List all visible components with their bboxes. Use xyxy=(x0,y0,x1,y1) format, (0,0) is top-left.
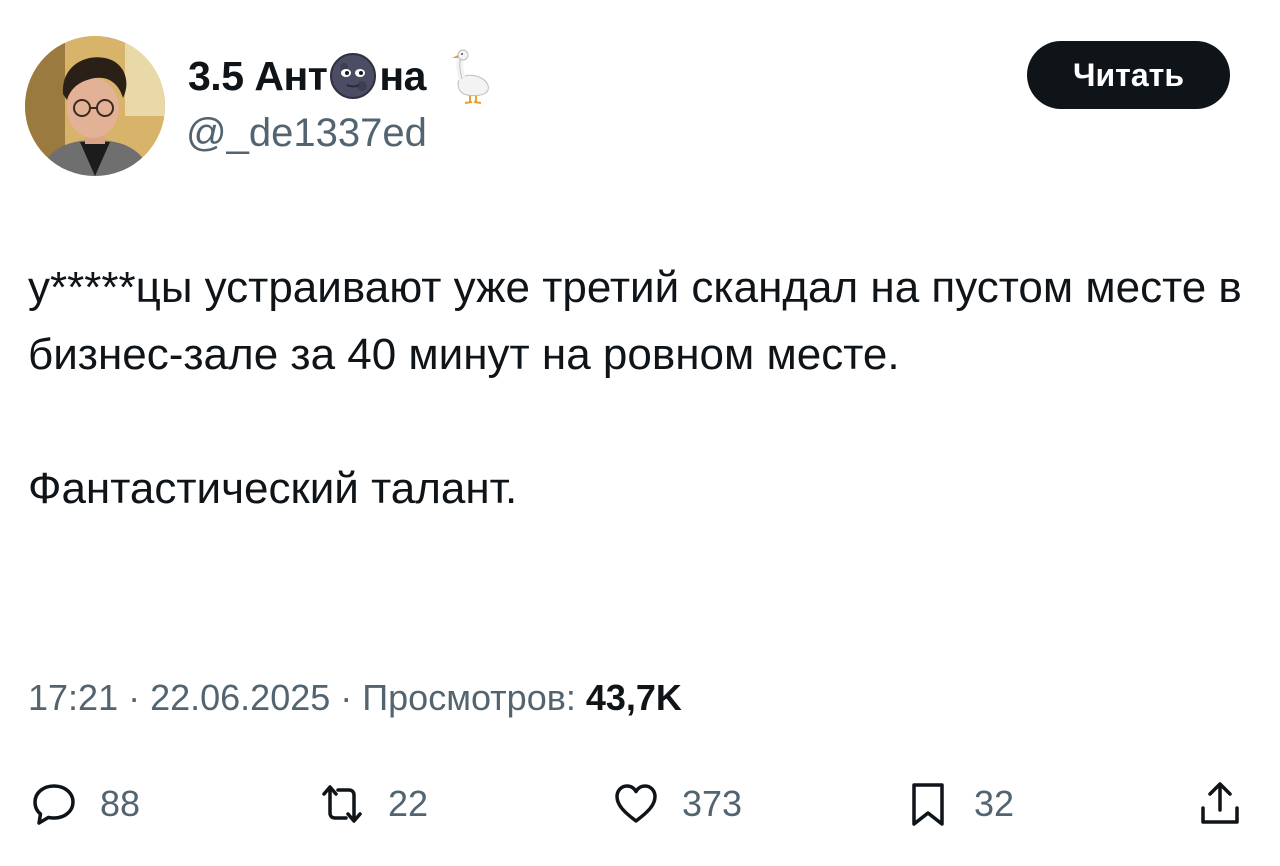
share-icon xyxy=(1196,780,1244,828)
user-handle[interactable]: @_de1337ed xyxy=(186,113,427,153)
repost-count: 22 xyxy=(388,783,429,824)
action-bar: 88 22 373 32 xyxy=(0,772,1280,836)
share-button[interactable] xyxy=(1196,772,1244,836)
read-button[interactable]: Читать xyxy=(1027,41,1230,109)
avatar[interactable] xyxy=(25,36,165,176)
display-name[interactable]: 3.5 Ант на xyxy=(188,44,494,108)
like-count: 373 xyxy=(682,783,743,824)
goose-icon xyxy=(450,46,494,106)
tweet-date[interactable]: 22.06.2025 xyxy=(150,677,330,718)
new-moon-face-icon xyxy=(329,52,377,100)
meta-separator: · xyxy=(118,677,151,718)
display-name-part2: на xyxy=(379,52,426,99)
reply-icon xyxy=(30,780,78,828)
tweet-text: у*****цы устраивают уже третий скандал н… xyxy=(28,254,1248,522)
like-button[interactable]: 373 xyxy=(612,772,742,836)
meta-separator: · xyxy=(330,677,363,718)
display-name-part1: 3.5 Ант xyxy=(188,52,328,99)
views-label: Просмотров: xyxy=(362,677,576,718)
reply-button[interactable]: 88 xyxy=(30,772,140,836)
bookmark-count: 32 xyxy=(974,783,1015,824)
repost-button[interactable]: 22 xyxy=(318,772,428,836)
repost-icon xyxy=(318,780,366,828)
tweet-time[interactable]: 17:21 xyxy=(28,677,118,718)
tweet-paragraph-1: у*****цы устраивают уже третий скандал н… xyxy=(28,263,1242,379)
bookmark-icon xyxy=(904,780,952,828)
tweet-meta: 17:21 · 22.06.2025 · Просмотров: 43,7K xyxy=(28,680,682,716)
views-count: 43,7K xyxy=(585,677,682,718)
heart-icon xyxy=(612,780,660,828)
reply-count: 88 xyxy=(100,783,141,824)
bookmark-button[interactable]: 32 xyxy=(904,772,1014,836)
avatar-image xyxy=(25,36,165,176)
tweet-paragraph-2: Фантастический талант. xyxy=(28,464,518,513)
